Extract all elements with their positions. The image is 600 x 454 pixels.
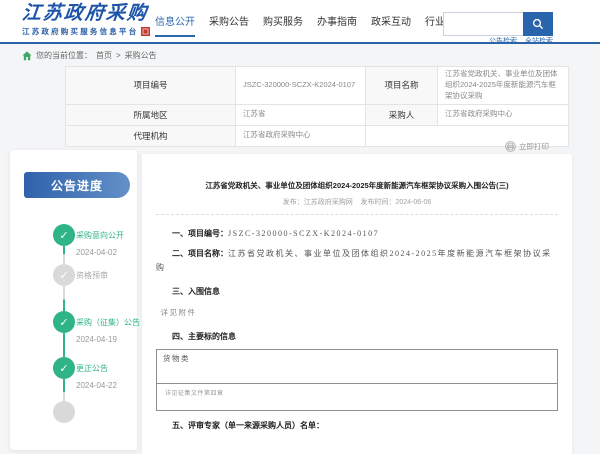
table-row: 代理机构 江苏省政府采购中心	[66, 125, 569, 146]
subject-note: 详见征集文件第四章	[157, 384, 557, 401]
site-search-link[interactable]: 全站检索	[525, 36, 553, 46]
timeline-date: 2024-04-19	[76, 335, 117, 344]
timeline-connector	[63, 333, 65, 357]
subject-info-box: 货物类 详见征集文件第四章	[156, 349, 558, 411]
project-name-value: 江苏省党政机关、事业单位及团体组织2024-2025年度新能源汽车框架协议采购	[438, 67, 569, 105]
site-logo[interactable]: 江苏政府采购 江苏政府购买服务信息平台	[22, 4, 150, 37]
subject-category: 货物类	[157, 350, 557, 384]
site-header: 江苏政府采购 江苏政府购买服务信息平台 信息公开 采购公告 购买服务 办事指南 …	[0, 0, 600, 44]
seal-icon	[141, 27, 150, 36]
print-label: 立即打印	[519, 141, 549, 152]
breadcrumb-prefix: 您的当前位置：	[36, 50, 92, 61]
project-number-label: 项目编号	[66, 67, 236, 105]
project-info-table: 项目编号 JSZC-320000-SCZX-K2024-0107 项目名称 江苏…	[65, 66, 569, 147]
search-input[interactable]	[443, 12, 523, 36]
article-meta: 发布：江苏政府采购网 发布时间：2024-06-06	[156, 197, 558, 207]
nav-item-procurement-notices[interactable]: 采购公告	[209, 13, 249, 37]
breadcrumb-current: 采购公告	[125, 50, 157, 61]
nav-item-procurement-interaction[interactable]: 政采互动	[371, 13, 411, 37]
logo-subtitle-row: 江苏政府购买服务信息平台	[22, 26, 150, 37]
breadcrumb-separator: >	[116, 51, 121, 60]
project-number-value: JSZC-320000-SCZX-K2024-0107	[236, 67, 366, 105]
section-main-subject: 四、主要标的信息	[156, 330, 558, 344]
article-title: 江苏省党政机关、事业单位及团体组织2024-2025年度新能源汽车框架协议采购入…	[156, 180, 558, 191]
check-icon: ✓	[59, 362, 68, 375]
print-button[interactable]: 立即打印	[505, 141, 549, 152]
section-1-label: 一、项目编号：	[172, 229, 228, 238]
project-name-label: 项目名称	[366, 67, 438, 105]
timeline-label: 资格预审	[76, 270, 108, 281]
timeline-date: 2024-04-02	[76, 248, 117, 257]
progress-panel-title: 公告进度	[24, 172, 130, 198]
purchaser-value: 江苏省政府采购中心	[438, 104, 569, 125]
announcement-progress-panel: 公告进度 ✓ 采购意向公开 2024-04-02 ✓ 资格预审 ✓ 采购（征集）…	[10, 150, 137, 450]
table-row: 所属地区 江苏省 采购人 江苏省政府采购中心	[66, 104, 569, 125]
publish-time-value: 2024-06-06	[395, 199, 431, 206]
purchaser-label: 采购人	[366, 104, 438, 125]
table-row: 项目编号 JSZC-320000-SCZX-K2024-0107 项目名称 江苏…	[66, 67, 569, 105]
timeline-connector	[63, 246, 65, 264]
nav-item-info-disclosure[interactable]: 信息公开	[155, 13, 195, 37]
divider	[156, 214, 558, 215]
timeline-date: 2024-04-22	[76, 381, 117, 390]
logo-subtitle: 江苏政府购买服务信息平台	[22, 26, 138, 37]
publisher-label: 发布：	[283, 199, 304, 206]
section-project-name: 二、项目名称：江苏省党政机关、事业单位及团体组织2024-2025年度新能源汽车…	[156, 247, 558, 275]
agency-value: 江苏省政府采购中心	[236, 125, 366, 146]
timeline-label: 采购意向公开	[76, 230, 124, 241]
check-icon: ✓	[59, 269, 68, 282]
nav-item-service-guide[interactable]: 办事指南	[317, 13, 357, 37]
timeline-label: 采购（征集）公告	[76, 317, 140, 328]
timeline-connector	[63, 286, 65, 311]
search-button[interactable]	[523, 12, 553, 36]
section-1-value: JSZC-320000-SCZX-K2024-0107	[228, 229, 379, 238]
section-shortlist-info: 三、入围信息	[156, 285, 558, 299]
publisher-value: 江苏政府采购网	[304, 199, 353, 206]
nav-item-buy-services[interactable]: 购买服务	[263, 13, 303, 37]
section-expert-list: 五、评审专家（单一来源采购人员）名单：	[156, 419, 558, 433]
check-icon: ✓	[59, 316, 68, 329]
search-links: 公告检索 全站检索	[443, 36, 553, 46]
timeline-next-step-circle	[53, 401, 75, 423]
search-box	[443, 12, 553, 36]
announcement-search-link[interactable]: 公告检索	[489, 36, 517, 46]
attachment-note: 详见附件	[156, 306, 558, 320]
region-label: 所属地区	[66, 104, 236, 125]
home-icon	[22, 51, 32, 61]
timeline-connector	[63, 379, 65, 401]
section-project-number: 一、项目编号：JSZC-320000-SCZX-K2024-0107	[156, 227, 558, 241]
timeline-label: 更正公告	[76, 363, 108, 374]
publish-time-label: 发布时间：	[360, 199, 395, 206]
agency-label: 代理机构	[66, 125, 236, 146]
region-value: 江苏省	[236, 104, 366, 125]
logo-title: 江苏政府采购	[21, 4, 152, 24]
announcement-article: 江苏省党政机关、事业单位及团体组织2024-2025年度新能源汽车框架协议采购入…	[142, 154, 572, 454]
section-2-label: 二、项目名称：	[172, 249, 228, 258]
breadcrumb: 您的当前位置： 首页 > 采购公告	[22, 50, 157, 61]
print-icon	[505, 141, 516, 152]
breadcrumb-home-link[interactable]: 首页	[96, 50, 112, 61]
search-icon	[532, 18, 544, 30]
main-nav: 信息公开 采购公告 购买服务 办事指南 政采互动 行业专题	[155, 13, 465, 37]
check-icon: ✓	[59, 229, 68, 242]
